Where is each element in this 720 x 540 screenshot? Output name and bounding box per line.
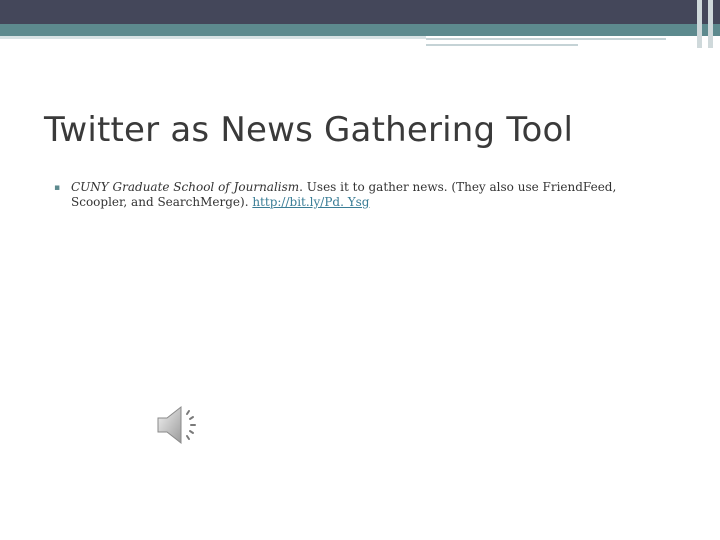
- org-name: CUNY Graduate School of Journalism: [71, 180, 300, 194]
- bullet-text: CUNY Graduate School of Journalism. Uses…: [71, 180, 654, 210]
- slide-title: Twitter as News Gathering Tool: [44, 110, 574, 150]
- speaker-icon[interactable]: [154, 402, 204, 448]
- bullet-item: ▪ CUNY Graduate School of Journalism. Us…: [54, 180, 654, 210]
- header-band-light: [0, 36, 426, 39]
- header-band-teal: [0, 24, 720, 36]
- short-link[interactable]: http://bit.ly/Pd. Ysg: [252, 195, 369, 209]
- corner-stripe: [697, 0, 702, 48]
- header-band-dark: [0, 0, 720, 24]
- header-underline: [426, 38, 666, 40]
- header-underline: [426, 44, 578, 46]
- corner-stripe: [708, 0, 713, 48]
- bullet-marker: ▪: [54, 183, 61, 193]
